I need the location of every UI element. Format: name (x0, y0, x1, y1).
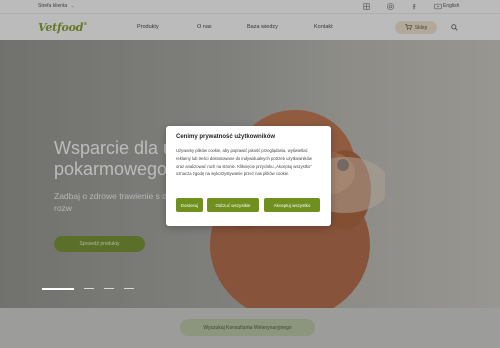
customize-button[interactable]: Dostosuj (176, 198, 203, 212)
accept-all-button[interactable]: Akceptuj wszystko (264, 198, 320, 212)
cookie-dialog-text: Używamy plików cookie, aby poprawić jako… (176, 148, 312, 177)
page: Strefa klienta ⌄ English Vetfood® Produk… (0, 0, 500, 348)
slider-pagination (42, 288, 134, 290)
slider-dot-active[interactable] (42, 288, 74, 290)
cookie-consent-dialog: Cenimy prywatność użytkowników Używamy p… (166, 126, 331, 226)
slider-dot[interactable] (124, 288, 134, 290)
cookie-dialog-title: Cenimy prywatność użytkowników (176, 134, 276, 140)
slider-dot[interactable] (104, 288, 114, 290)
reject-all-button[interactable]: Odrzuć wszystkie (207, 198, 259, 212)
slider-dot[interactable] (84, 288, 94, 290)
